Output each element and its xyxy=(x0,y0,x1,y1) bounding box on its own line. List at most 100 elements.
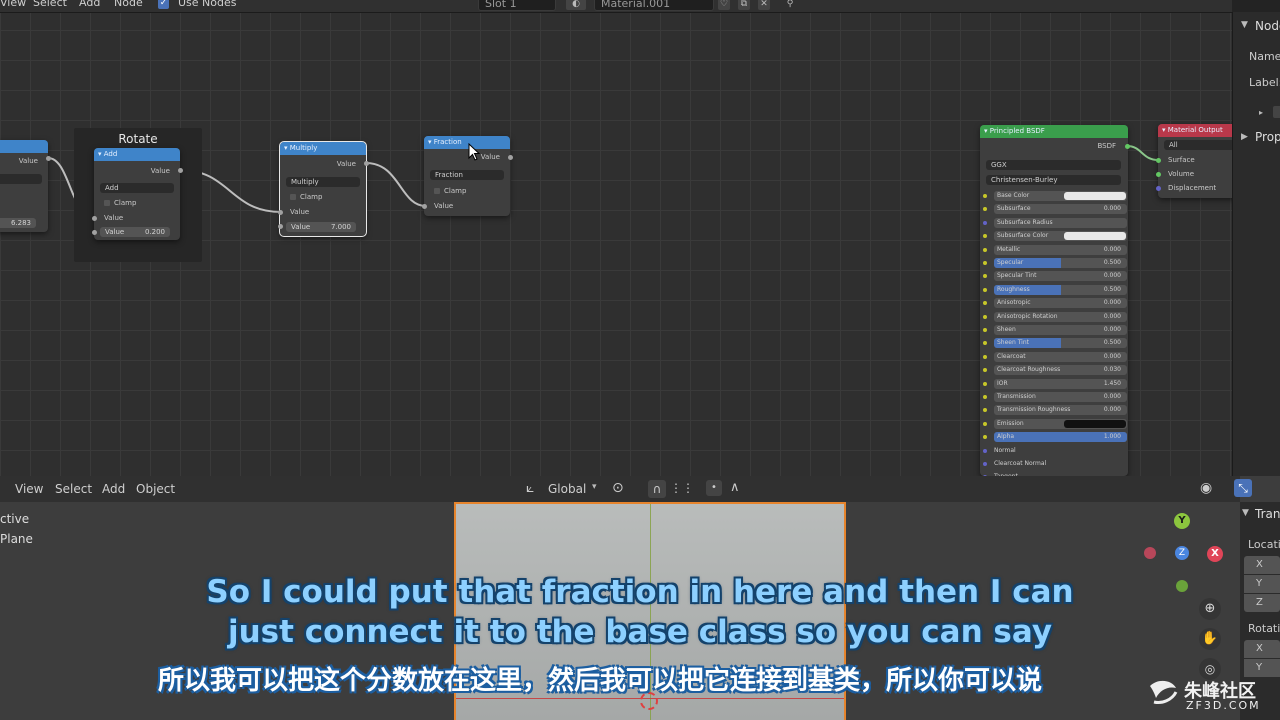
gizmo-toggle-icon[interactable]: ⤡ xyxy=(1234,479,1252,497)
input-socket[interactable] xyxy=(983,341,987,346)
volume-socket[interactable] xyxy=(1156,172,1161,177)
clamp-checkbox[interactable] xyxy=(434,188,440,194)
socket[interactable] xyxy=(46,156,51,161)
input-socket[interactable] xyxy=(983,408,987,413)
target-dropdown[interactable]: All xyxy=(1164,140,1232,150)
socket[interactable] xyxy=(92,230,97,235)
principled-input-row[interactable]: Sheen Tint 0.500 xyxy=(983,338,1127,349)
input-socket[interactable] xyxy=(983,194,987,198)
principled-input-row[interactable]: IOR 1.450 xyxy=(983,378,1127,390)
color-toggle[interactable] xyxy=(1273,106,1280,118)
operation-dropdown[interactable]: Add xyxy=(100,183,174,193)
properties-panel-title[interactable]: Properties xyxy=(1255,130,1280,144)
value-node-partial[interactable]: Value 6.283 xyxy=(0,140,48,232)
principled-input-row[interactable]: Clearcoat 0.000 xyxy=(983,351,1127,363)
visibility-eye-icon[interactable]: ◉ xyxy=(1200,480,1212,496)
rotation-y-field[interactable]: Y xyxy=(1244,659,1280,677)
input-socket[interactable] xyxy=(983,368,987,373)
fake-user-icon[interactable]: ♡ xyxy=(718,0,730,10)
principled-input-row[interactable]: Roughness 0.500 xyxy=(983,284,1127,296)
input-socket[interactable] xyxy=(983,261,987,265)
value-field[interactable]: 6.283 xyxy=(0,218,36,228)
snap-magnet-icon[interactable]: ∩ xyxy=(648,480,666,498)
principled-input-row[interactable]: Sheen 0.000 xyxy=(983,325,1127,336)
socket[interactable] xyxy=(364,161,369,166)
menu-object[interactable]: Object xyxy=(136,482,175,496)
principled-input-row[interactable]: Alpha 1.000 xyxy=(983,432,1127,443)
panel-collapsed-icon[interactable]: ▶ xyxy=(1241,132,1248,142)
input-socket[interactable] xyxy=(983,421,987,426)
socket[interactable] xyxy=(278,224,283,229)
value-field[interactable]: Value 0.200 xyxy=(100,227,170,237)
menu-add[interactable]: Add xyxy=(79,0,100,9)
principled-input-row[interactable]: Specular 0.500 xyxy=(983,258,1127,269)
color-swatch[interactable] xyxy=(1064,192,1126,200)
principled-input-row[interactable]: Specular Tint 0.000 xyxy=(983,271,1127,282)
input-socket[interactable] xyxy=(983,287,987,292)
operation-dropdown[interactable]: Multiply xyxy=(286,177,360,187)
multiply-node[interactable]: ▾ Multiply Value Multiply Clamp Value Va… xyxy=(279,141,367,237)
operation-dropdown[interactable]: Fraction xyxy=(430,170,504,180)
principled-input-row[interactable]: Subsurface 0.000 xyxy=(983,204,1127,215)
input-socket[interactable] xyxy=(983,462,987,466)
surface-socket[interactable] xyxy=(1156,158,1161,163)
add-node[interactable]: ▾ Add Value Add Clamp Value Value 0.200 xyxy=(94,148,180,240)
principled-input-row[interactable]: Anisotropic Rotation 0.000 xyxy=(983,311,1127,323)
menu-view[interactable]: View xyxy=(15,482,43,496)
menu-select[interactable]: Select xyxy=(33,0,67,9)
gizmo-z-axis[interactable]: Z xyxy=(1175,546,1189,560)
menu-select[interactable]: Select xyxy=(55,482,92,496)
input-socket[interactable] xyxy=(983,328,987,332)
displacement-socket[interactable] xyxy=(1156,186,1161,191)
chevron-down-icon[interactable]: ▾ xyxy=(592,482,597,492)
input-socket[interactable] xyxy=(983,381,987,386)
pin-icon[interactable]: ⚲ xyxy=(784,0,796,10)
unlink-material-icon[interactable]: ✕ xyxy=(758,0,770,10)
material-browse-icon[interactable]: ◐ xyxy=(566,0,586,10)
principled-input-row[interactable]: Anisotropic 0.000 xyxy=(983,298,1127,309)
clamp-checkbox[interactable] xyxy=(104,200,110,206)
panel-expand-icon[interactable]: ▼ xyxy=(1242,508,1249,518)
principled-input-row[interactable]: Transmission Roughness 0.000 xyxy=(983,405,1127,416)
pivot-point-icon[interactable]: ⊙ xyxy=(612,480,624,496)
color-swatch[interactable] xyxy=(1064,232,1126,241)
gizmo-y-axis[interactable]: Y xyxy=(1174,513,1190,529)
gizmo-neg-x-axis[interactable] xyxy=(1144,547,1156,559)
material-output-node[interactable]: ▾ Material Output All Surface Volume Dis… xyxy=(1158,124,1232,198)
principled-input-row[interactable]: Clearcoat Roughness 0.030 xyxy=(983,365,1127,376)
socket[interactable] xyxy=(178,168,183,173)
snap-increment-icon[interactable]: ⋮⋮ xyxy=(670,481,694,495)
principled-input-row[interactable]: Clearcoat Normal xyxy=(983,459,1127,470)
input-socket[interactable] xyxy=(983,435,987,440)
location-x-field[interactable]: X xyxy=(1244,556,1280,574)
gizmo-x-axis[interactable]: X xyxy=(1207,546,1223,562)
socket[interactable] xyxy=(92,216,97,221)
node-editor-area[interactable]: View Select Add Node ✓ Use Nodes Slot 1 … xyxy=(0,0,1232,476)
menu-view[interactable]: View xyxy=(0,0,26,9)
input-socket[interactable] xyxy=(983,314,987,319)
falloff-icon[interactable]: ∧ xyxy=(730,480,740,495)
proportional-edit-icon[interactable]: • xyxy=(706,480,722,496)
principled-input-row[interactable]: Subsurface Radius xyxy=(983,217,1127,229)
fraction-node[interactable]: ▾ Fraction Value Fraction Clamp Value xyxy=(424,136,510,216)
distribution-dropdown[interactable]: GGX xyxy=(986,160,1121,170)
principled-input-row[interactable]: Subsurface Color xyxy=(983,231,1127,242)
input-socket[interactable] xyxy=(983,301,987,306)
use-nodes-checkbox[interactable]: ✓ xyxy=(158,0,169,9)
duplicate-material-icon[interactable]: ⧉ xyxy=(738,0,750,10)
input-socket[interactable] xyxy=(983,395,987,399)
subsurface-method-dropdown[interactable]: Christensen-Burley xyxy=(986,175,1121,185)
principled-bsdf-node[interactable]: ▾ Principled BSDF BSDF GGX Christensen-B… xyxy=(980,125,1128,476)
material-name-field[interactable]: Material.001 xyxy=(594,0,714,11)
input-socket[interactable] xyxy=(983,274,987,279)
menu-add[interactable]: Add xyxy=(102,482,125,496)
socket[interactable] xyxy=(422,204,427,209)
slot-dropdown[interactable]: Slot 1 xyxy=(478,0,556,11)
color-swatch[interactable] xyxy=(1064,419,1126,428)
input-socket[interactable] xyxy=(983,448,987,453)
bsdf-output-socket[interactable] xyxy=(1125,144,1130,149)
principled-input-row[interactable]: Base Color xyxy=(983,191,1127,202)
principled-input-row[interactable]: Transmission 0.000 xyxy=(983,392,1127,403)
socket[interactable] xyxy=(278,210,283,215)
operation-dropdown[interactable] xyxy=(0,174,42,184)
